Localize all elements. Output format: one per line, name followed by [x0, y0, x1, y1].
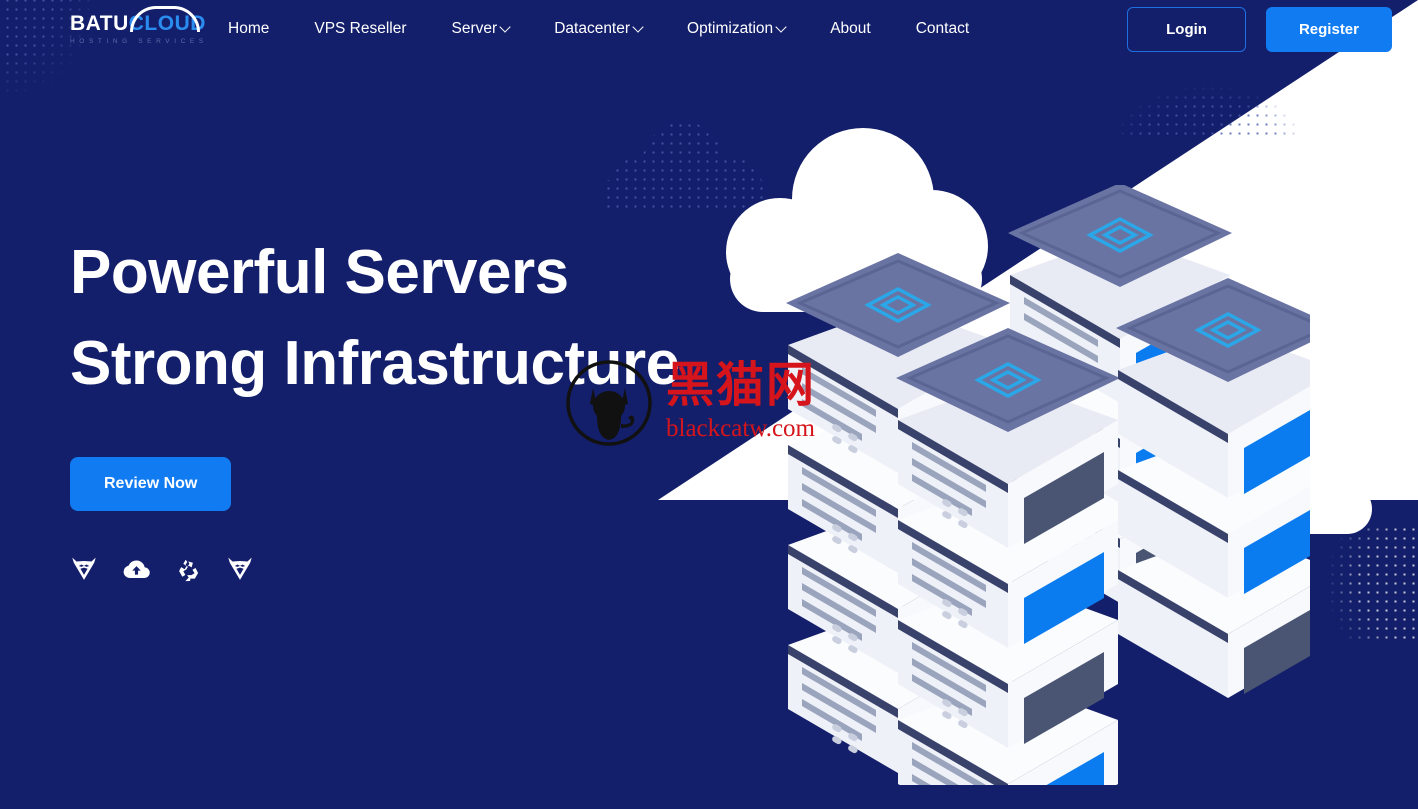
register-button[interactable]: Register [1265, 6, 1392, 52]
partner-icon-row [70, 555, 750, 583]
nav-item-server[interactable]: Server [451, 14, 511, 44]
hero-heading-line1: Powerful Servers [70, 238, 569, 307]
chevron-down-icon [775, 21, 787, 33]
chevron-down-icon [632, 21, 644, 33]
nav-action-buttons: Login Register [1127, 6, 1392, 52]
nav-item-datacenter[interactable]: Datacenter [554, 14, 644, 44]
nav-item-contact[interactable]: Contact [916, 14, 969, 44]
hero-section: Powerful Servers Strong Infrastructure R… [70, 228, 750, 583]
nav-label: Server [451, 20, 498, 37]
nav-label: Home [228, 20, 270, 37]
logo-tagline: HOSTING SERVICES [70, 38, 208, 45]
recycle-icon[interactable] [174, 555, 202, 583]
chevron-down-icon [499, 21, 511, 33]
server-illustration [770, 185, 1310, 785]
nav-label: VPS Reseller [314, 20, 407, 37]
review-now-button[interactable]: Review Now [70, 457, 232, 512]
nav-item-optimization[interactable]: Optimization [687, 14, 787, 44]
hero-heading: Powerful Servers Strong Infrastructure [70, 228, 750, 409]
fox-head-icon[interactable] [70, 555, 98, 583]
nav-label: About [830, 20, 871, 37]
nav-label: Optimization [687, 20, 774, 37]
main-navigation-bar: BATUCLOUD HOSTING SERVICES Home VPS Rese… [0, 0, 1418, 58]
logo-text-batu: BATU [70, 12, 129, 35]
cloud-arc-icon [130, 6, 200, 32]
login-button[interactable]: Login [1127, 6, 1246, 52]
nav-item-home[interactable]: Home [228, 14, 269, 44]
nav-item-vps-reseller[interactable]: VPS Reseller [314, 14, 406, 44]
cloud-upload-icon[interactable] [122, 555, 150, 583]
hero-heading-line2: Strong Infrastructure [70, 328, 680, 398]
nav-label: Datacenter [554, 20, 631, 37]
page-root: BATUCLOUD HOSTING SERVICES Home VPS Rese… [0, 0, 1418, 809]
site-logo[interactable]: BATUCLOUD HOSTING SERVICES [70, 6, 208, 52]
nav-links: Home VPS Reseller Server Datacenter Opti… [228, 14, 1127, 44]
nav-item-about[interactable]: About [830, 14, 871, 44]
nav-label: Contact [915, 20, 970, 37]
fox-head-icon[interactable] [226, 555, 254, 583]
